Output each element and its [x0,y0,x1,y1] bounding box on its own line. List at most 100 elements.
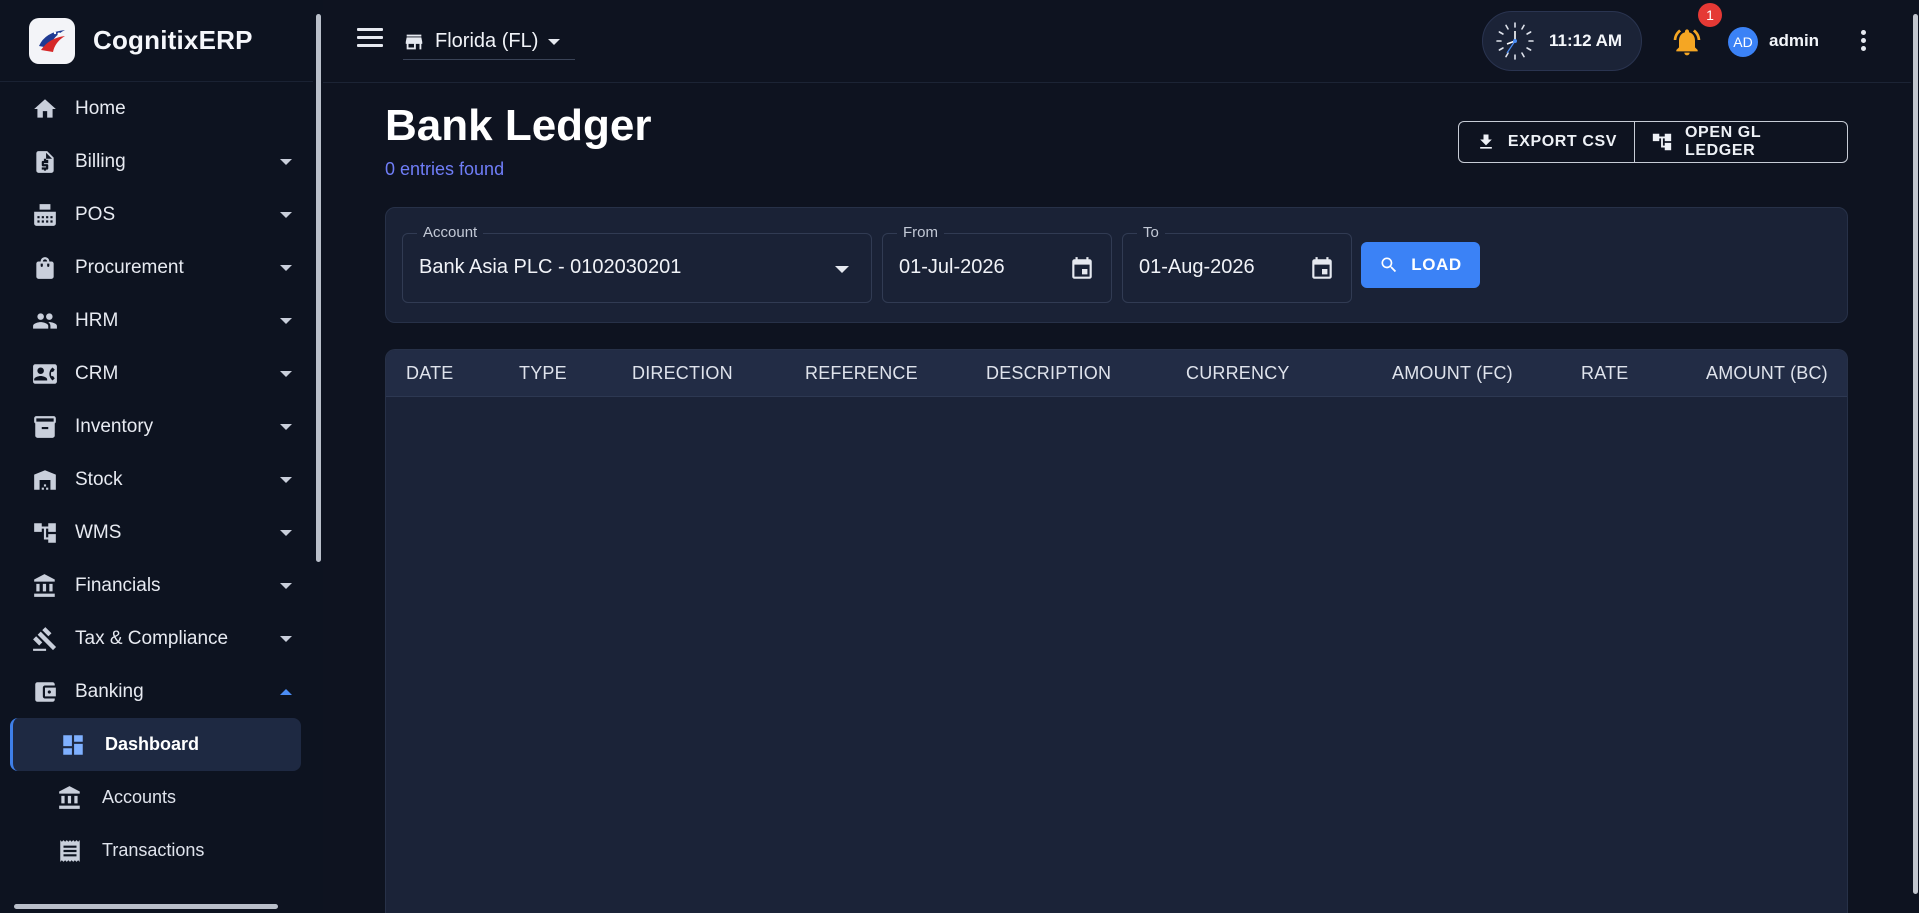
sidebar-vertical-scrollbar[interactable] [313,0,323,913]
sidebar-item-pos[interactable]: POS [0,188,313,241]
download-icon [1476,132,1496,152]
to-date-field[interactable]: To 01-Aug-2026 [1122,224,1352,303]
table-header: DATE TYPE DIRECTION REFERENCE DESCRIPTIO… [386,350,1847,397]
scrollbar-thumb[interactable] [1913,14,1918,894]
sidebar-item-procurement[interactable]: Procurement [0,241,313,294]
chevron-down-icon [280,635,292,642]
sidebar-item-label: WMS [75,521,122,543]
column-header-amount-fc[interactable]: AMOUNT (FC) [1392,363,1513,384]
sidebar-subitem-label: Accounts [102,787,177,807]
sidebar-item-label: HRM [75,309,119,331]
chevron-down-icon [280,476,292,483]
sidebar: CognitixERP Home Billing POS Procurement… [0,0,323,913]
sidebar-item-label: Procurement [75,256,184,278]
sidebar-item-home[interactable]: Home [0,82,313,135]
open-gl-ledger-button[interactable]: OPEN GL LEDGER [1634,122,1847,162]
shopping-bag-icon [30,253,60,283]
chevron-down-icon [835,266,849,273]
sidebar-item-label: Financials [75,574,161,596]
load-button[interactable]: LOAD [1361,242,1480,288]
sidebar-subitem-accounts[interactable]: Accounts [0,771,313,824]
chevron-down-icon [280,317,292,324]
chevron-down-icon [280,264,292,271]
column-header-reference[interactable]: REFERENCE [805,363,918,384]
calendar-icon[interactable] [1309,256,1335,282]
notification-badge: 1 [1698,3,1722,27]
brand[interactable]: CognitixERP [0,0,313,82]
pos-icon [30,200,60,230]
top-bar: Florida (FL) 11:12 AM 1 AD admin [323,0,1911,83]
home-icon [30,94,60,124]
account-select[interactable]: Account Bank Asia PLC - 0102030201 [402,224,872,303]
column-header-amount-bc[interactable]: AMOUNT (BC) [1706,363,1828,384]
sidebar-subitem-dashboard[interactable]: Dashboard [10,718,301,771]
sidebar-horizontal-scrollbar[interactable] [0,900,313,913]
chevron-down-icon [280,158,292,165]
page-title: Bank Ledger [385,101,652,150]
sidebar-item-wms[interactable]: WMS [0,506,313,559]
from-value: 01-Jul-2026 [899,256,1005,278]
clock-time: 11:12 AM [1549,31,1623,50]
gavel-icon [30,624,60,654]
column-header-date[interactable]: DATE [406,363,453,384]
hamburger-menu-icon[interactable] [357,28,383,52]
sidebar-item-banking[interactable]: Banking [0,665,313,718]
sidebar-item-inventory[interactable]: Inventory [0,400,313,453]
scrollbar-thumb[interactable] [316,14,321,562]
from-date-field[interactable]: From 01-Jul-2026 [882,224,1112,303]
filter-panel: Account Bank Asia PLC - 0102030201 From … [385,207,1848,323]
column-header-type[interactable]: TYPE [519,363,567,384]
column-header-description[interactable]: DESCRIPTION [986,363,1111,384]
column-header-rate[interactable]: RATE [1581,363,1628,384]
hierarchy-icon [1651,131,1673,153]
search-icon [1379,255,1399,275]
more-options-icon[interactable] [1859,30,1867,52]
notifications-bell-icon[interactable] [1671,26,1703,58]
hierarchy-icon [30,518,60,548]
username[interactable]: admin [1769,31,1819,51]
sidebar-item-billing[interactable]: Billing [0,135,313,188]
sidebar-item-crm[interactable]: CRM [0,347,313,400]
chevron-down-icon [280,211,292,218]
store-icon [405,34,423,49]
archive-icon [30,412,60,442]
account-value: Bank Asia PLC - 0102030201 [419,256,682,278]
sidebar-item-financials[interactable]: Financials [0,559,313,612]
chevron-down-icon [280,423,292,430]
to-label: To [1137,224,1165,241]
column-header-currency[interactable]: CURRENCY [1186,363,1290,384]
bank-icon [30,571,60,601]
sidebar-subitem-label: Transactions [102,840,205,860]
action-button-group: EXPORT CSV OPEN GL LEDGER [1458,121,1848,163]
sidebar-nav: Home Billing POS Procurement HRM CRM Inv… [0,82,313,877]
sidebar-item-hrm[interactable]: HRM [0,294,313,347]
scrollbar-thumb[interactable] [14,904,278,909]
chevron-down-icon [280,370,292,377]
warehouse-icon [30,465,60,495]
brand-title: CognitixERP [93,25,253,55]
store-selector[interactable]: Florida (FL) [403,24,575,60]
sidebar-item-label: Home [75,97,126,119]
calendar-icon[interactable] [1069,256,1095,282]
sidebar-subitem-transactions[interactable]: Transactions [0,824,313,877]
chevron-up-icon [280,688,292,695]
dashboard-icon [59,731,87,759]
ledger-table: DATE TYPE DIRECTION REFERENCE DESCRIPTIO… [385,349,1848,913]
chevron-down-icon [280,529,292,536]
store-selector-value: Florida (FL) [435,30,539,52]
clock-icon [1496,22,1534,60]
people-icon [30,306,60,336]
app-root: CognitixERP Home Billing POS Procurement… [0,0,1919,913]
account-label: Account [417,224,484,241]
page-vertical-scrollbar[interactable] [1911,0,1919,913]
avatar[interactable]: AD [1728,27,1758,57]
sidebar-item-tax-compliance[interactable]: Tax & Compliance [0,612,313,665]
billing-icon [30,147,60,177]
receipt-icon [56,837,84,865]
sidebar-item-label: POS [75,203,116,225]
sidebar-item-stock[interactable]: Stock [0,453,313,506]
column-header-direction[interactable]: DIRECTION [632,363,733,384]
chevron-down-icon [548,38,561,45]
export-csv-button[interactable]: EXPORT CSV [1459,122,1634,162]
clock-widget: 11:12 AM [1482,11,1642,71]
